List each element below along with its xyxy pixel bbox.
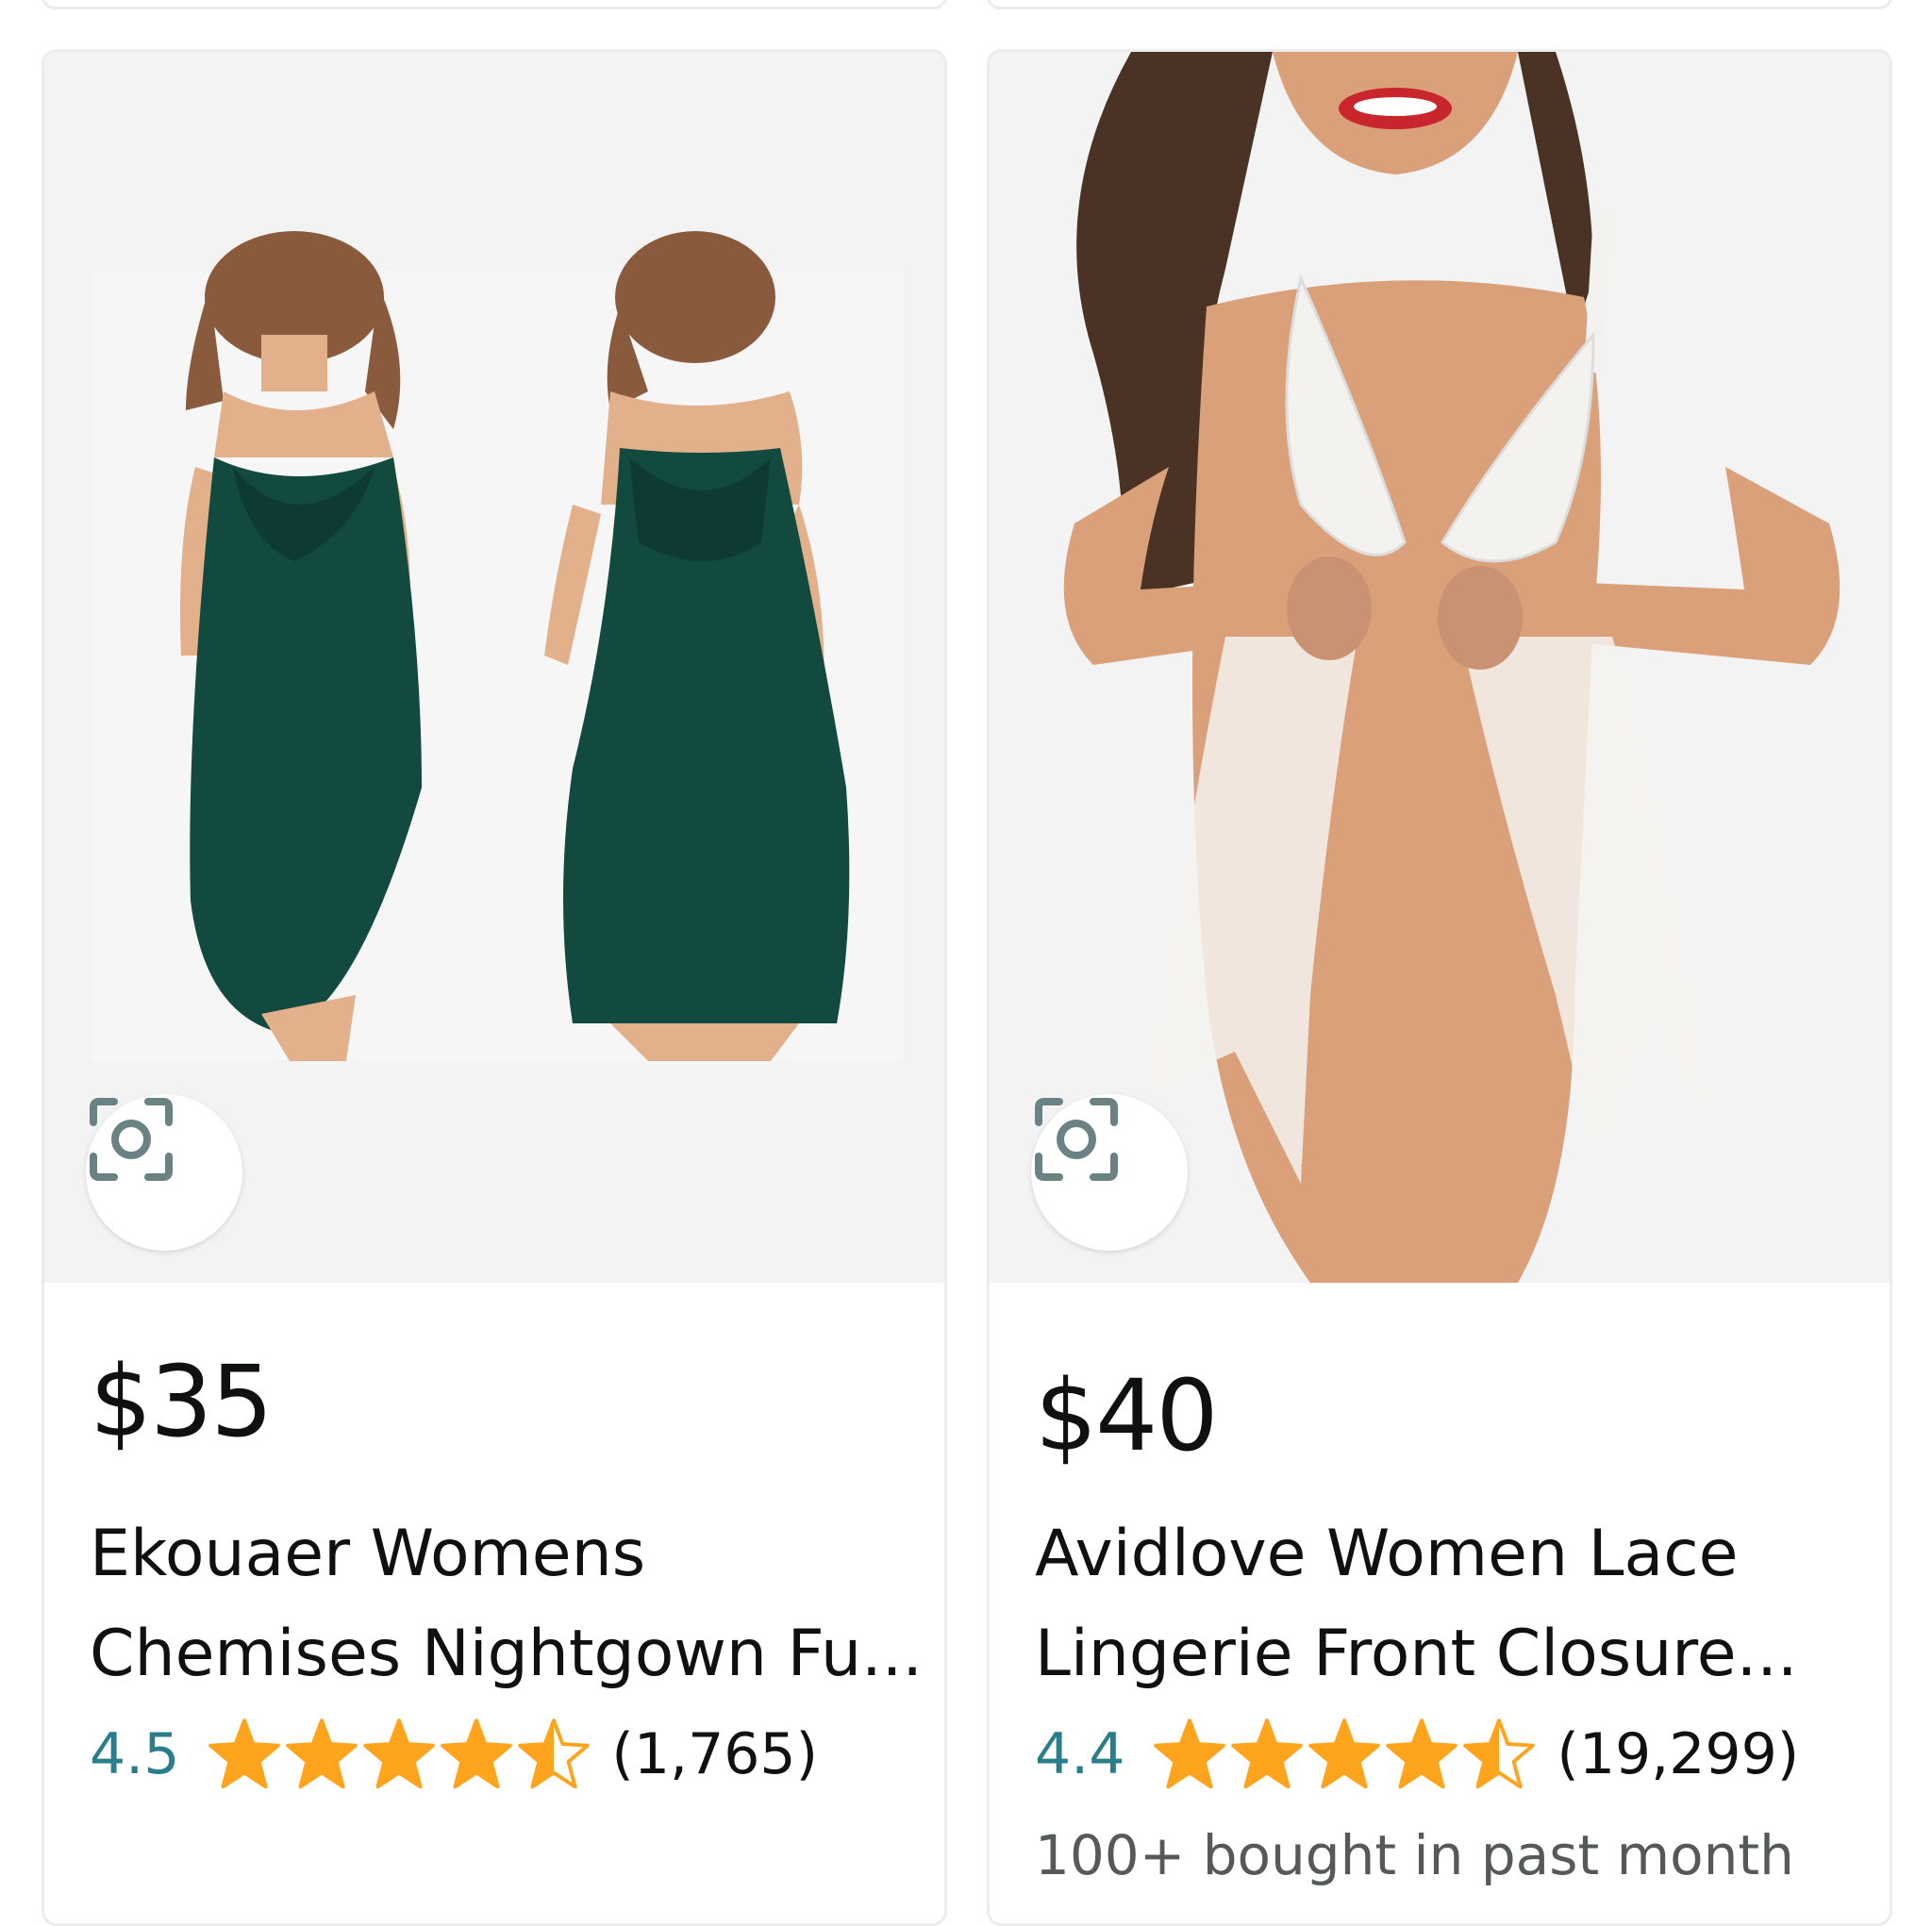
product-title[interactable]: Ekouaer Womens Chemises Nightgown Fu...: [90, 1504, 920, 1704]
review-count[interactable]: (1,765): [611, 1721, 818, 1787]
product-card[interactable]: $40 Avidlove Women Lace Lingerie Front C…: [987, 49, 1892, 1926]
star-icon: [1153, 1718, 1226, 1791]
price: $35: [90, 1344, 274, 1459]
product-title-line: Chemises Nightgown Fu...: [90, 1617, 920, 1691]
star-icon: [517, 1718, 591, 1791]
rating-row[interactable]: 4.5 (1,765): [90, 1712, 818, 1797]
review-count[interactable]: (19,299): [1557, 1721, 1799, 1787]
rating-row[interactable]: 4.4 (19,299): [1035, 1712, 1799, 1797]
purchase-volume-note: 100+ bought in past month: [1035, 1823, 1794, 1887]
star-icon: [362, 1718, 436, 1791]
star-icon: [285, 1718, 358, 1791]
product-title-line: Lingerie Front Closure...: [1035, 1617, 1798, 1691]
star-icon: [1230, 1718, 1304, 1791]
product-card[interactable]: $35 Ekouaer Womens Chemises Nightgown Fu…: [42, 49, 947, 1926]
rating-value: 4.4: [1035, 1721, 1125, 1787]
star-rating: [208, 1718, 594, 1791]
visual-search-button[interactable]: [1031, 1094, 1188, 1251]
previous-card-bottom-edge: [987, 0, 1892, 9]
product-title-line: Avidlove Women Lace: [1035, 1517, 1739, 1591]
product-title[interactable]: Avidlove Women Lace Lingerie Front Closu…: [1035, 1504, 1865, 1704]
visual-search-button[interactable]: [86, 1094, 242, 1251]
star-icon: [208, 1718, 281, 1791]
star-icon: [1462, 1718, 1536, 1791]
product-title-line: Ekouaer Womens: [90, 1517, 646, 1591]
star-icon: [1385, 1718, 1458, 1791]
product-image[interactable]: [990, 52, 1890, 1283]
product-image[interactable]: [44, 52, 944, 1283]
star-icon: [440, 1718, 513, 1791]
previous-card-bottom-edge: [42, 0, 947, 9]
rating-value: 4.5: [90, 1721, 180, 1787]
star-icon: [1307, 1718, 1381, 1791]
price: $40: [1035, 1358, 1219, 1473]
star-rating: [1153, 1718, 1540, 1791]
